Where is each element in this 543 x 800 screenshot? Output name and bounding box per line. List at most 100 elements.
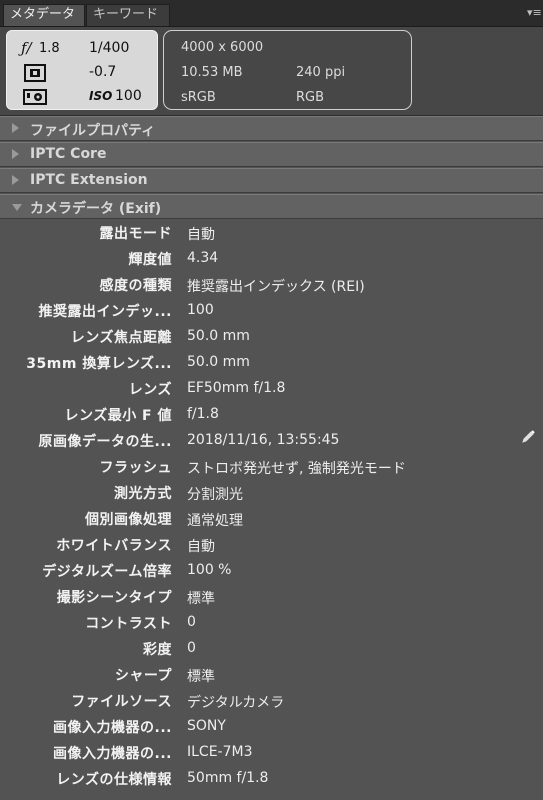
property-row: デジタルズーム倍率 100 % [0,558,543,584]
image-dimensions: 4000 x 6000 [181,40,264,55]
resolution: 240 ppi [296,65,346,80]
property-value[interactable]: 100 % [187,562,231,578]
section-label: IPTC Extension [30,172,148,188]
property-value[interactable]: 50mm f/1.8 [187,770,268,786]
property-value[interactable]: f/1.8 [187,406,219,422]
property-value[interactable]: 50.0 mm [187,354,250,370]
property-row: 画像入力機器の... SONY [0,714,543,740]
property-value[interactable]: 0 [187,614,196,630]
property-row: ファイルソース デジタルカメラ [0,688,543,714]
color-mode: RGB [296,90,325,105]
property-row: ホワイトバランス 自動 [0,532,543,558]
property-row: 感度の種類 推奨露出インデックス (REI) [0,272,543,298]
property-label: レンズの仕様情報 [56,772,172,788]
aperture-icon: ƒ/ [21,39,32,57]
property-label: 測光方式 [114,486,172,502]
property-label: レンズ焦点距離 [70,330,172,346]
property-label: 感度の種類 [99,278,172,294]
property-value[interactable]: SONY [187,718,226,734]
collapsed-triangle-icon [12,149,19,159]
property-value[interactable]: ILCE-7M3 [187,744,253,760]
property-row: レンズの仕様情報 50mm f/1.8 [0,766,543,792]
property-row: 個別画像処理 通常処理 [0,506,543,532]
property-value[interactable]: 0 [187,640,196,656]
property-label: 露出モード [99,226,172,242]
property-value[interactable]: デジタルカメラ [187,692,284,712]
property-value[interactable]: 標準 [187,666,215,686]
exif-property-list: 露出モード 自動 輝度値 4.34 感度の種類 推奨露出インデックス (REI) 推奨… [0,220,543,792]
tab-keywords[interactable]: キーワード [86,4,170,26]
exposure-compensation-value: -0.7 [89,64,117,80]
property-row: レンズ EF50mm f/1.8 [0,376,543,402]
property-value[interactable]: EF50mm f/1.8 [187,380,285,396]
property-value[interactable]: 50.0 mm [187,328,250,344]
section-iptc-core[interactable]: IPTC Core [0,142,543,167]
property-row: 彩度 0 [0,636,543,662]
property-value[interactable]: 100 [187,302,214,318]
property-row: 測光方式 分割測光 [0,480,543,506]
property-label: 彩度 [143,642,172,658]
section-label: ファイルプロパティ [30,123,156,139]
property-value[interactable]: 4.34 [187,250,218,266]
section-camera-data-exif[interactable]: カメラデータ (Exif) [0,194,543,219]
property-label: レンズ最小 F 値 [64,408,172,424]
property-row: 推奨露出インデッ... 100 [0,298,543,324]
section-file-properties[interactable]: ファイルプロパティ [0,116,543,141]
property-label: シャープ [114,668,172,684]
property-label: 35mm 換算レンズ... [26,356,172,372]
iso-icon: ISO [89,89,113,103]
property-row: 撮影シーンタイプ 標準 [0,584,543,610]
panel-menu-icon[interactable]: ▾≡ [527,6,542,20]
property-label: デジタルズーム倍率 [42,564,172,580]
shutter-speed-value: 1/400 [89,40,130,56]
property-row: 原画像データの生... 2018/11/16, 13:55:45 [0,428,543,454]
property-label: ホワイトバランス [56,538,172,554]
property-value[interactable]: 推奨露出インデックス (REI) [187,276,365,296]
section-iptc-extension[interactable]: IPTC Extension [0,168,543,193]
collapsed-triangle-icon [12,123,19,133]
property-value[interactable]: 自動 [187,536,215,556]
property-label: フラッシュ [99,460,172,476]
aperture-value: 1.8 [39,41,60,56]
file-size: 10.53 MB [181,65,243,80]
file-info-card: 4000 x 6000 10.53 MB 240 ppi sRGB RGB [163,30,412,110]
property-row: 輝度値 4.34 [0,246,543,272]
property-row: 35mm 換算レンズ... 50.0 mm [0,350,543,376]
property-label: 撮影シーンタイプ [56,590,172,606]
property-value[interactable]: 分割測光 [187,484,243,504]
property-label: 原画像データの生... [38,434,172,450]
property-row: コントラスト 0 [0,610,543,636]
property-value[interactable]: ストロボ発光せず, 強制発光モード [187,458,406,478]
property-row: レンズ焦点距離 50.0 mm [0,324,543,350]
property-label: ファイルソース [71,694,172,710]
metadata-summary: ƒ/ 1.8 1/400 -0.7 ISO 100 4000 x 6000 10… [0,27,543,116]
property-row: シャープ 標準 [0,662,543,688]
property-value[interactable]: 自動 [187,224,215,244]
section-label: カメラデータ (Exif) [30,201,162,217]
property-label: コントラスト [85,616,172,632]
color-profile: sRGB [181,90,216,105]
white-balance-icon [23,89,47,105]
exposure-card: ƒ/ 1.8 1/400 -0.7 ISO 100 [6,30,158,110]
property-label: レンズ [128,382,172,398]
panel-tab-bar: メタデータ キーワード ▾≡ [0,0,543,27]
metering-mode-icon [24,64,46,82]
property-label: 輝度値 [128,252,172,268]
property-value[interactable]: 通常処理 [187,510,243,530]
property-label: 推奨露出インデッ... [38,304,172,320]
property-label: 画像入力機器の... [53,746,172,762]
property-row: フラッシュ ストロボ発光せず, 強制発光モード [0,454,543,480]
property-row: レンズ最小 F 値 f/1.8 [0,402,543,428]
property-row: 露出モード 自動 [0,220,543,246]
property-label: 個別画像処理 [85,512,172,528]
iso-value: 100 [115,88,142,104]
expanded-triangle-icon [12,204,22,211]
property-row: 画像入力機器の... ILCE-7M3 [0,740,543,766]
edit-pencil-icon[interactable] [520,429,536,445]
collapsed-triangle-icon [12,175,19,185]
property-value[interactable]: 標準 [187,588,215,608]
section-label: IPTC Core [30,146,107,162]
property-label: 画像入力機器の... [53,720,172,736]
tab-metadata[interactable]: メタデータ [3,4,85,26]
property-value[interactable]: 2018/11/16, 13:55:45 [187,432,339,448]
